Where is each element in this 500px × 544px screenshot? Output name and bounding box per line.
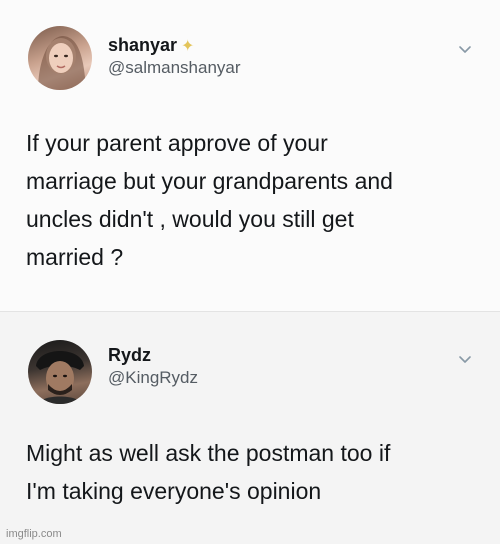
tweet-card-rydz: Rydz @KingRydz Might as well ask the pos… [0, 312, 500, 544]
display-name[interactable]: Rydz [108, 345, 151, 366]
avatar-rydz[interactable] [28, 340, 92, 404]
sparkle-icon: ✦ [181, 38, 195, 55]
display-name-text[interactable]: shanyar [108, 35, 177, 55]
user-handle[interactable]: @salmanshanyar [108, 58, 241, 78]
display-name[interactable]: shanyar ✦ [108, 35, 194, 56]
tweet-card-shanyar: shanyar ✦ @salmanshanyar If your parent a… [0, 0, 500, 312]
user-handle[interactable]: @KingRydz [108, 368, 198, 388]
tweet-text: If your parent approve of your marriage … [26, 130, 393, 270]
chevron-down-icon[interactable] [456, 40, 474, 58]
display-name-text[interactable]: Rydz [108, 345, 151, 365]
chevron-down-icon[interactable] [456, 350, 474, 368]
tweet-text: Might as well ask the postman too if I'm… [26, 440, 391, 504]
avatar-shanyar[interactable] [28, 26, 92, 90]
watermark: imgflip.com [6, 528, 62, 540]
